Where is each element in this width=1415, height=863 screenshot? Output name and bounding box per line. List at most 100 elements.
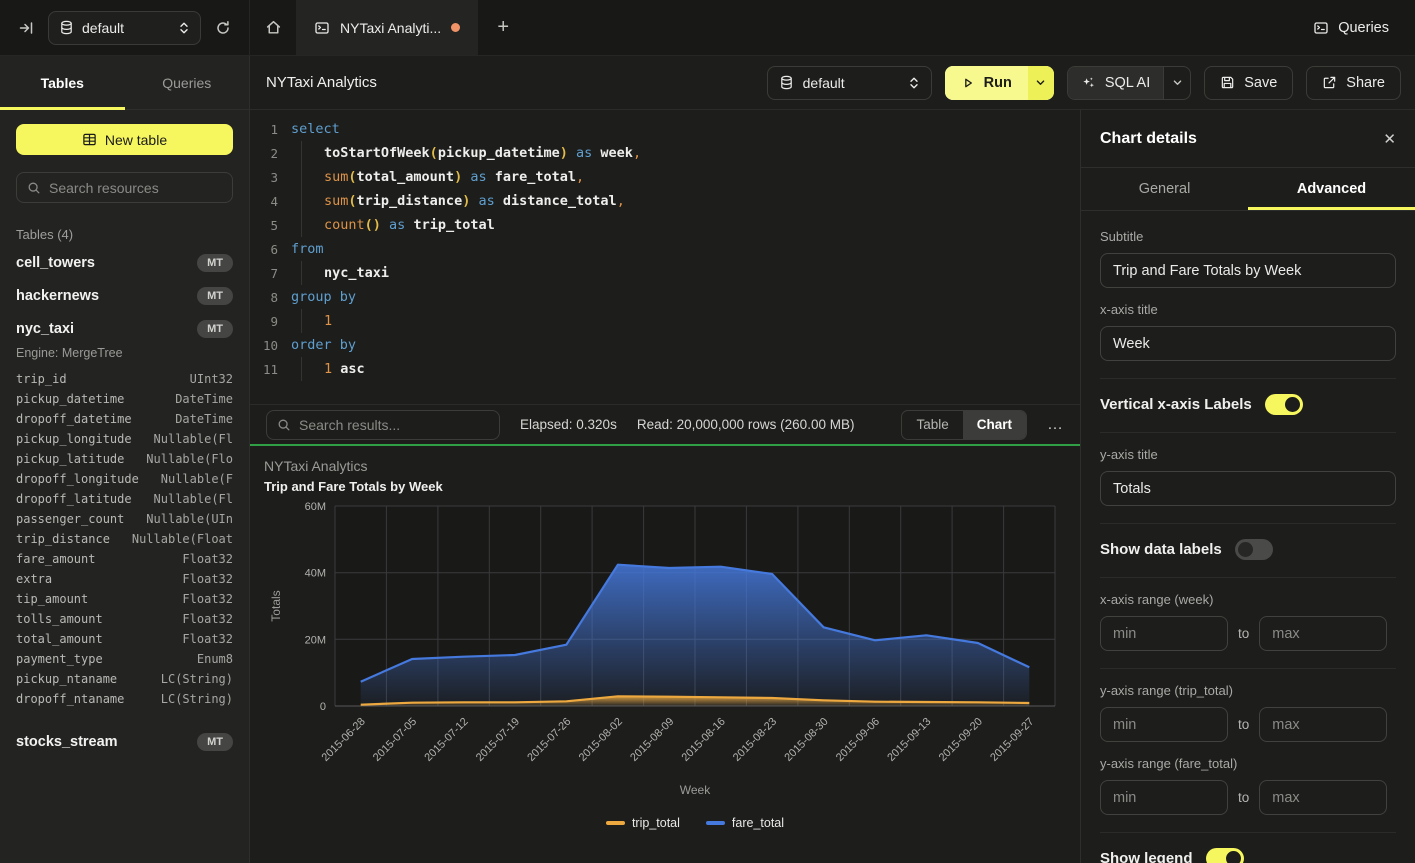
table-view-button[interactable]: Table xyxy=(902,411,962,439)
column-row[interactable]: pickup_longitudeNullable(Fl xyxy=(16,429,233,449)
sidebar-tab-tables[interactable]: Tables xyxy=(0,56,125,109)
column-row[interactable]: pickup_ntanameLC(String) xyxy=(16,669,233,689)
sql-ai-button[interactable]: SQL AI xyxy=(1067,66,1191,100)
show-legend-toggle[interactable] xyxy=(1206,848,1244,863)
sql-ai-chevron[interactable] xyxy=(1163,67,1190,99)
y-range-trip-max-input[interactable] xyxy=(1259,707,1387,742)
x-range-max-input[interactable] xyxy=(1259,616,1387,651)
legend-label: trip_total xyxy=(632,816,680,830)
x-range-min-input[interactable] xyxy=(1100,616,1228,651)
table-grid-icon xyxy=(82,132,97,147)
y-range-trip-total-label: y-axis range (trip_total) xyxy=(1100,683,1396,698)
sql-ai-main[interactable]: SQL AI xyxy=(1068,67,1163,99)
home-button[interactable] xyxy=(250,0,296,55)
share-button[interactable]: Share xyxy=(1306,66,1401,100)
editor-line: 8group by xyxy=(250,285,1080,309)
show-data-labels-toggle[interactable] xyxy=(1235,539,1273,560)
tab-general[interactable]: General xyxy=(1081,168,1248,210)
column-type: Float32 xyxy=(182,572,233,586)
close-panel-button[interactable]: ✕ xyxy=(1383,130,1396,148)
divider xyxy=(1100,577,1396,578)
column-row[interactable]: tip_amountFloat32 xyxy=(16,589,233,609)
engine-badge: MT xyxy=(197,287,233,305)
sidebar-tab-queries[interactable]: Queries xyxy=(125,56,250,109)
column-row[interactable]: trip_distanceNullable(Float xyxy=(16,529,233,549)
vertical-x-labels-toggle[interactable] xyxy=(1265,394,1303,415)
tab-advanced[interactable]: Advanced xyxy=(1248,168,1415,210)
x-axis-title-input[interactable] xyxy=(1100,326,1396,361)
y-range-fare-min-input[interactable] xyxy=(1100,780,1228,815)
column-row[interactable]: pickup_datetimeDateTime xyxy=(16,389,233,409)
y-range-fare-max-input[interactable] xyxy=(1259,780,1387,815)
editor-line: 2toStartOfWeek(pickup_datetime) as week, xyxy=(250,141,1080,165)
code-text: select xyxy=(291,121,340,137)
table-row-nyc-taxi[interactable]: nyc_taxi MT xyxy=(16,312,233,345)
save-button[interactable]: Save xyxy=(1204,66,1293,100)
chart-view-button[interactable]: Chart xyxy=(963,411,1026,439)
column-list: trip_idUInt32pickup_datetimeDateTimedrop… xyxy=(16,369,233,709)
collapse-sidebar-icon xyxy=(18,20,34,36)
column-row[interactable]: extraFloat32 xyxy=(16,569,233,589)
column-name: fare_amount xyxy=(16,552,95,566)
indent-guide xyxy=(301,213,324,237)
queries-button[interactable]: Queries xyxy=(1313,20,1389,36)
column-row[interactable]: fare_amountFloat32 xyxy=(16,549,233,569)
x-tick-label: 2015-08-02 xyxy=(577,716,625,764)
column-row[interactable]: tolls_amountFloat32 xyxy=(16,609,233,629)
refresh-button[interactable] xyxy=(211,16,235,40)
query-database-selector[interactable]: default xyxy=(767,66,932,100)
table-row-cell-towers[interactable]: cell_towers MT xyxy=(16,246,233,279)
top-bar: default NYTaxi Analyti.. xyxy=(0,0,1415,56)
sidebar-search-input[interactable] xyxy=(49,180,230,196)
run-options-chevron[interactable] xyxy=(1028,66,1054,100)
subtitle-input[interactable] xyxy=(1100,253,1396,288)
code-text: count() as trip_total xyxy=(291,213,495,237)
results-search[interactable] xyxy=(266,410,500,440)
column-row[interactable]: dropoff_longitudeNullable(F xyxy=(16,469,233,489)
editor-line: 111 asc xyxy=(250,357,1080,381)
run-button[interactable]: Run xyxy=(945,66,1054,100)
legend-item-fare_total[interactable]: fare_total xyxy=(706,816,784,830)
column-name: pickup_latitude xyxy=(16,452,124,466)
collapse-sidebar-button[interactable] xyxy=(14,16,38,40)
range-to-label: to xyxy=(1238,790,1249,805)
tab-nytaxi-analytics[interactable]: NYTaxi Analyti... xyxy=(296,0,478,55)
x-tick-label: 2015-07-05 xyxy=(371,716,419,764)
column-name: dropoff_longitude xyxy=(16,472,139,486)
results-search-input[interactable] xyxy=(299,417,489,433)
code-text: sum(trip_distance) as distance_total, xyxy=(291,189,625,213)
column-row[interactable]: payment_typeEnum8 xyxy=(16,649,233,669)
app-window: default NYTaxi Analyti.. xyxy=(0,0,1415,863)
engine-badge: MT xyxy=(197,733,233,751)
x-axis-title: Week xyxy=(680,783,711,797)
column-row[interactable]: trip_idUInt32 xyxy=(16,369,233,389)
column-row[interactable]: total_amountFloat32 xyxy=(16,629,233,649)
subtitle-field-label: Subtitle xyxy=(1100,229,1396,244)
more-options-button[interactable]: … xyxy=(1047,416,1064,434)
sidebar-body: New table Tables (4) cell_towers MT hack… xyxy=(0,110,249,758)
sidebar-search[interactable] xyxy=(16,172,233,203)
new-table-button[interactable]: New table xyxy=(16,124,233,155)
column-row[interactable]: passenger_countNullable(UIn xyxy=(16,509,233,529)
sql-editor[interactable]: 1select2toStartOfWeek(pickup_datetime) a… xyxy=(250,110,1080,404)
table-row-stocks-stream[interactable]: stocks_stream MT xyxy=(16,725,233,758)
sparkles-icon xyxy=(1081,75,1096,90)
column-row[interactable]: dropoff_ntanameLC(String) xyxy=(16,689,233,709)
database-selector[interactable]: default xyxy=(48,11,201,45)
engine-badge: MT xyxy=(197,254,233,272)
y-range-trip-min-input[interactable] xyxy=(1100,707,1228,742)
run-button-main[interactable]: Run xyxy=(945,66,1028,100)
new-tab-button[interactable]: + xyxy=(478,0,528,55)
table-row-hackernews[interactable]: hackernews MT xyxy=(16,279,233,312)
divider xyxy=(1100,668,1396,669)
column-type: Float32 xyxy=(182,592,233,606)
legend-item-trip_total[interactable]: trip_total xyxy=(606,816,680,830)
y-axis-title-input[interactable] xyxy=(1100,471,1396,506)
column-row[interactable]: dropoff_datetimeDateTime xyxy=(16,409,233,429)
line-number: 10 xyxy=(250,338,278,353)
y-range-fare-total-row: to xyxy=(1100,780,1396,815)
editor-line: 6from xyxy=(250,237,1080,261)
column-row[interactable]: pickup_latitudeNullable(Flo xyxy=(16,449,233,469)
column-row[interactable]: dropoff_latitudeNullable(Fl xyxy=(16,489,233,509)
run-button-label: Run xyxy=(984,75,1012,91)
